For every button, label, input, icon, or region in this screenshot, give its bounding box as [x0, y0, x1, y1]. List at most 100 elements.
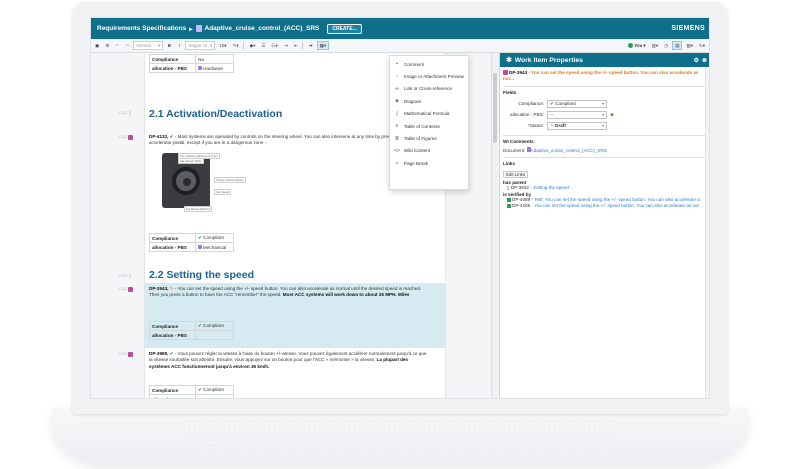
allocation-select[interactable]: -- ▾	[547, 110, 607, 119]
attribute-table: Compliance ✔ Compliant allocation - PBS Me…	[149, 233, 234, 252]
create-button[interactable]: CREATE...	[327, 23, 362, 34]
gutter-section-marker[interactable]: ▭▭ ▯	[118, 273, 131, 279]
save-icon[interactable]: ▣	[93, 41, 101, 50]
font-size-select[interactable]: 10 ▾	[217, 41, 228, 50]
link-id: DP-4205	[512, 203, 531, 209]
style-select-value: Normal	[136, 43, 151, 48]
work-item-id[interactable]: DP-4132,	[149, 134, 168, 139]
menu-item-label: Wiki Content	[404, 148, 431, 154]
panel-scrollbar[interactable]	[705, 67, 709, 398]
work-item-paragraph[interactable]: DP-4132, ✔ - Most systems are operated b…	[149, 134, 429, 147]
menu-item-formula[interactable]: ∫ Mathematical Formula	[390, 108, 468, 120]
link-id: DP-3942	[510, 185, 529, 190]
attr-value-cell[interactable]: ✔ Compliant	[195, 385, 234, 395]
attr-value[interactable]	[195, 330, 234, 340]
edit-links-button[interactable]: Edit Links	[503, 171, 529, 178]
work-item-id[interactable]: DP-3989,	[149, 351, 168, 356]
breadcrumb-document[interactable]: Adaptive_cruise_control_(ACC)_SRS	[205, 25, 320, 32]
add-value-icon[interactable]: ◆	[610, 112, 614, 118]
attr-value-cell[interactable]: ✔ Compliant	[195, 321, 234, 331]
field-label: allocation - PBS:	[510, 112, 544, 117]
user-label: You	[634, 43, 643, 48]
attr-value[interactable]: Na	[195, 54, 234, 64]
compliance-select[interactable]: ✔ Compliant ▾	[547, 99, 607, 108]
scrollbar-thumb[interactable]	[493, 73, 497, 143]
work-item-icon[interactable]: ◆▾	[248, 41, 258, 50]
menu-item-comment[interactable]: ▪ Comment	[390, 58, 468, 70]
attr-value[interactable]	[195, 394, 234, 398]
refresh-icon[interactable]: ↻▾	[697, 41, 707, 50]
bullet-list-icon[interactable]: ☰	[259, 41, 267, 50]
view-options-icon[interactable]: ▥▾	[650, 41, 661, 50]
attr-value-cell[interactable]: Hardware	[195, 63, 234, 73]
settings-icon[interactable]: ⚙	[103, 41, 111, 50]
insert-menu-icon[interactable]: ▦▾	[316, 41, 330, 50]
properties-panel-icon[interactable]: ▤	[672, 41, 683, 50]
work-item-id[interactable]: DP-3943,	[149, 286, 168, 291]
undo-icon[interactable]: ↶	[113, 41, 121, 50]
section-heading: 2.1 Activation/Deactivation	[149, 108, 283, 120]
table-row: allocation - PBS	[149, 330, 234, 340]
comment-icon: ▪	[396, 61, 398, 68]
user-icon	[628, 43, 634, 48]
gutter-workitem-marker[interactable]: ▭▭	[118, 286, 134, 292]
work-item-summary: - You can set the speed using the +/- sp…	[503, 70, 699, 81]
work-item-paragraph[interactable]: DP-3943, ✎ - You can set the speed using…	[149, 286, 429, 299]
link-type-icon: ▯	[507, 185, 510, 190]
hardware-icon	[198, 65, 202, 70]
menu-item-image[interactable]: ▫ Image or Attachment Preview	[390, 70, 468, 82]
document-icon	[195, 25, 202, 32]
attr-value: Compliant	[203, 387, 224, 392]
comment-icon[interactable]: ▫	[265, 140, 267, 145]
work-item-title[interactable]: DP-3943 - You can set the speed using th…	[503, 70, 708, 82]
attr-value-cell[interactable]: ✔ Compliant	[195, 233, 234, 243]
document-scrollbar[interactable]	[491, 53, 498, 398]
menu-item-page-break[interactable]: ⤶ Page Break	[390, 157, 468, 169]
gutter-workitem-marker[interactable]: ▭▭	[118, 351, 134, 357]
gutter-section-marker[interactable]: ▭▭ ▯	[118, 110, 131, 116]
numbered-list-icon[interactable]: ☷▾	[269, 41, 279, 50]
divider	[503, 135, 708, 136]
parent-link[interactable]: ▯ DP-3942 - Setting the speed	[503, 185, 708, 191]
user-menu[interactable]: You ▾	[626, 41, 647, 50]
menu-item-link[interactable]: ∞ Link or Cross-reference	[390, 83, 468, 95]
comment-insert-icon[interactable]: ▪▾	[307, 41, 315, 50]
redo-icon[interactable]: ↷	[123, 41, 131, 50]
breadcrumb-separator: ▸	[189, 25, 193, 33]
page-break-icon: ⤶	[395, 160, 399, 167]
chevron-down-icon: ▾	[601, 112, 604, 117]
menu-item-toc[interactable]: ≡ Table of Contents	[390, 120, 468, 132]
verified-link[interactable]: DP-4205 - You can set the speed using th…	[503, 203, 708, 209]
gutter-workitem-marker[interactable]: ▭▭	[118, 134, 134, 140]
attribute-table: Compliance Na allocation - PBS Hardware	[149, 54, 234, 73]
indent-icon[interactable]: ⇥	[282, 41, 290, 50]
test-case-icon	[507, 203, 511, 208]
bold-icon[interactable]: B	[165, 41, 173, 50]
insert-menu: ▪ Comment ▫ Image or Attachment Preview ∞ L…	[389, 55, 469, 190]
wheel-ring	[172, 167, 200, 195]
menu-item-wiki[interactable]: <> Wiki Content	[390, 145, 468, 157]
properties-panel: ✱ Work Item Properties ⚙ ⊗ DP-3943 - You …	[499, 53, 709, 398]
menu-item-diagram[interactable]: ◈ Diagram	[390, 95, 468, 107]
attr-value-cell[interactable]: Mechanical	[195, 242, 234, 252]
close-icon[interactable]: ⊗	[702, 57, 707, 64]
style-select[interactable]: Normal ▾	[133, 41, 164, 50]
document-link[interactable]: Adaptive_cruise_control_(ACC)_SRS	[531, 148, 607, 153]
panel-header: ✱ Work Item Properties ⚙ ⊗	[500, 53, 709, 67]
settings-icon[interactable]: ⚙	[694, 57, 699, 64]
menu-item-figures[interactable]: ≣ Table of Figures	[390, 132, 468, 144]
font-select[interactable]: Segoe UI ▾	[185, 41, 216, 50]
status-select[interactable]: ✎ Draft ▾	[547, 121, 607, 130]
table-row: Compliance ✔ Compliant	[149, 233, 234, 243]
italic-icon[interactable]: I	[175, 41, 183, 50]
layout-icon[interactable]: ▧▾	[684, 41, 695, 50]
draft-icon: ✎	[169, 286, 174, 291]
history-icon[interactable]: ◷	[662, 41, 670, 50]
outdent-icon[interactable]: ⇤	[292, 41, 300, 50]
menu-item-label: Comment	[404, 61, 424, 67]
text-color-icon[interactable]: ✎▾	[231, 41, 241, 50]
table-row: allocation - PBS Hardware	[149, 63, 234, 73]
attr-key: allocation - PBS	[149, 330, 196, 340]
breadcrumb-root[interactable]: Requirements Specifications	[97, 25, 186, 32]
work-item-paragraph[interactable]: DP-3989, ✔ - Vous pouvez régler la vites…	[149, 351, 429, 370]
